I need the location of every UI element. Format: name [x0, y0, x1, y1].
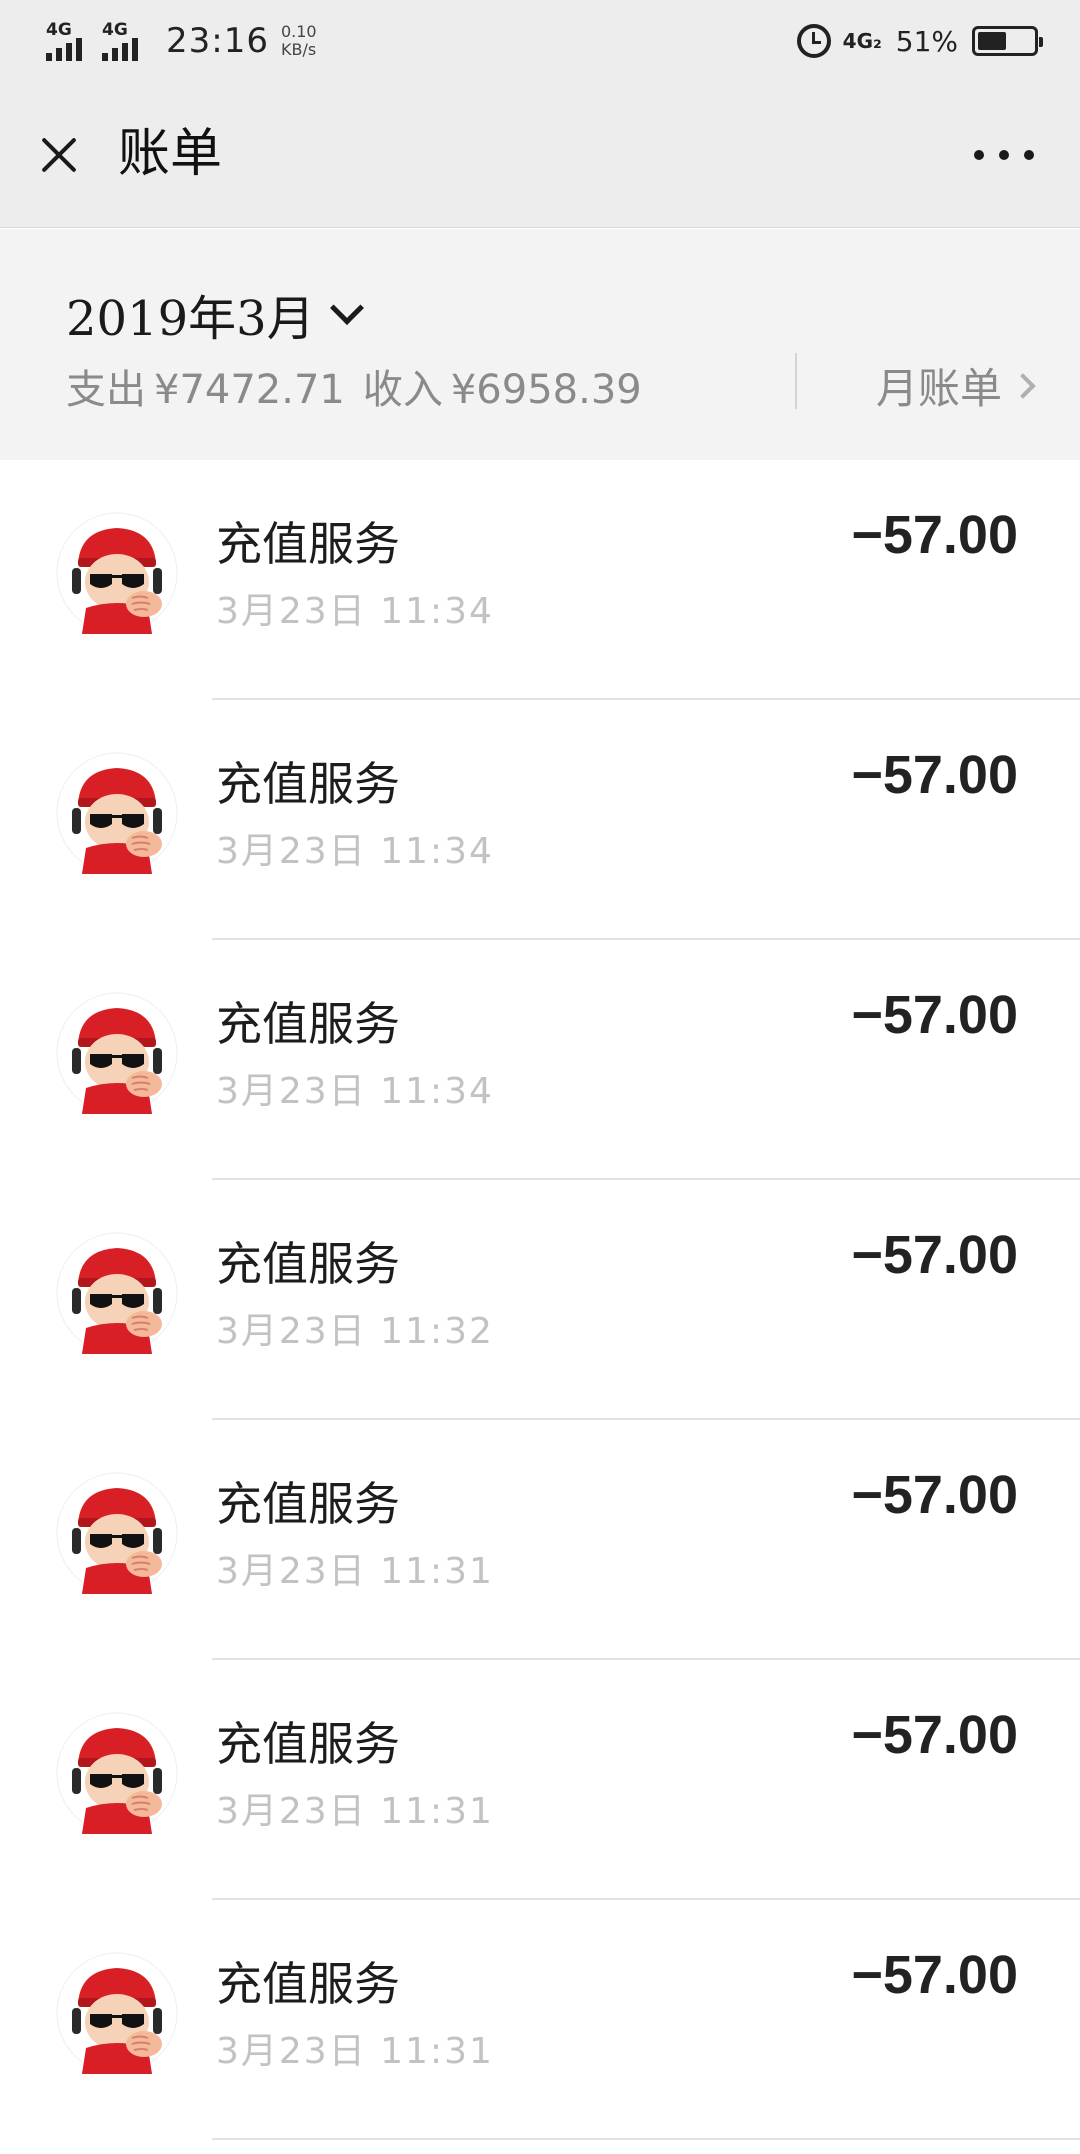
transaction-time: 3月23日 11:31 [216, 2031, 494, 2072]
nav-bar: 账单 [0, 82, 1080, 228]
monthly-bill-link[interactable]: 月账单 [875, 355, 1036, 416]
transaction-title: 充值服务 [216, 517, 400, 571]
list-item[interactable]: 充值服务 3月23日 11:34 −57.00 [0, 700, 1080, 940]
avatar [56, 1712, 178, 1834]
transaction-amount: −57.00 [851, 985, 1018, 1045]
status-bar: 4G 4G 23:16 0.10 KB/s 4G₂ 51% [0, 0, 1080, 82]
signal-label: 4G [46, 20, 72, 40]
network-speed: 0.10 KB/s [281, 23, 317, 59]
divider [795, 353, 797, 409]
income-label: 收入 [362, 367, 443, 413]
chevron-right-icon [1010, 372, 1036, 399]
transaction-title: 充值服务 [216, 757, 400, 811]
transaction-time: 3月23日 11:32 [216, 1311, 494, 1352]
transaction-time: 3月23日 11:31 [216, 1791, 494, 1832]
clock: 23:16 [166, 21, 269, 61]
transaction-amount: −57.00 [851, 505, 1018, 565]
transaction-title: 充值服务 [216, 1717, 400, 1771]
divider [212, 2138, 1080, 2140]
avatar [56, 1472, 178, 1594]
chevron-down-icon [329, 291, 364, 325]
battery-icon [972, 26, 1043, 56]
page-title: 账单 [118, 124, 223, 184]
transaction-title: 充值服务 [216, 1237, 400, 1291]
signal-icon: 4G [102, 21, 148, 61]
speed-unit: KB/s [280, 40, 317, 59]
transaction-time: 3月23日 11:34 [216, 831, 494, 872]
monthly-bill-label: 月账单 [875, 364, 1002, 413]
list-item[interactable]: 充值服务 3月23日 11:34 −57.00 [0, 460, 1080, 700]
status-left: 4G 4G 23:16 0.10 KB/s [46, 18, 317, 64]
network-type: 4G₂ [842, 29, 882, 53]
month-summary: 2019年3月 支出 ¥7472.71 收入 ¥6958.39 月账单 [0, 229, 1080, 460]
speed-value: 0.10 [280, 22, 317, 41]
transaction-amount: −57.00 [851, 1705, 1018, 1765]
alarm-icon [796, 24, 831, 58]
transaction-list: 充值服务 3月23日 11:34 −57.00 充值服务 3月23日 11:34… [0, 460, 1080, 2140]
transaction-amount: −57.00 [851, 1465, 1018, 1525]
battery-fill [978, 32, 1006, 50]
status-right: 4G₂ 51% [796, 18, 1043, 64]
avatar [56, 512, 178, 634]
month-totals: 支出 ¥7472.71 收入 ¥6958.39 [66, 357, 660, 415]
transaction-title: 充值服务 [216, 1957, 400, 2011]
avatar [56, 1952, 178, 2074]
signal-label: 4G [102, 20, 128, 40]
transaction-time: 3月23日 11:34 [216, 1071, 494, 1112]
avatar [56, 1232, 178, 1354]
list-item[interactable]: 充值服务 3月23日 11:34 −57.00 [0, 940, 1080, 1180]
more-icon[interactable] [974, 150, 1034, 162]
transaction-title: 充值服务 [216, 1477, 400, 1531]
expense-label: 支出 [66, 367, 146, 413]
avatar [56, 992, 178, 1114]
income-amount: ¥6958.39 [450, 367, 642, 413]
close-icon[interactable] [34, 130, 84, 180]
list-item[interactable]: 充值服务 3月23日 11:32 −57.00 [0, 1180, 1080, 1420]
transaction-amount: −57.00 [851, 1225, 1018, 1285]
transaction-amount: −57.00 [851, 745, 1018, 805]
list-item[interactable]: 充值服务 3月23日 11:31 −57.00 [0, 1420, 1080, 1660]
avatar [56, 752, 178, 874]
transaction-amount: −57.00 [851, 1945, 1018, 2005]
battery-percent: 51% [895, 24, 958, 58]
transaction-time: 3月23日 11:34 [216, 591, 494, 632]
transaction-time: 3月23日 11:31 [216, 1551, 494, 1592]
transaction-title: 充值服务 [216, 997, 400, 1051]
month-label: 2019年3月 [66, 291, 315, 347]
list-item[interactable]: 充值服务 3月23日 11:31 −57.00 [0, 1900, 1080, 2140]
list-item[interactable]: 充值服务 3月23日 11:31 −57.00 [0, 1660, 1080, 1900]
month-picker[interactable]: 2019年3月 [66, 279, 364, 349]
signal-icon: 4G [46, 21, 92, 61]
expense-amount: ¥7472.71 [154, 367, 345, 413]
